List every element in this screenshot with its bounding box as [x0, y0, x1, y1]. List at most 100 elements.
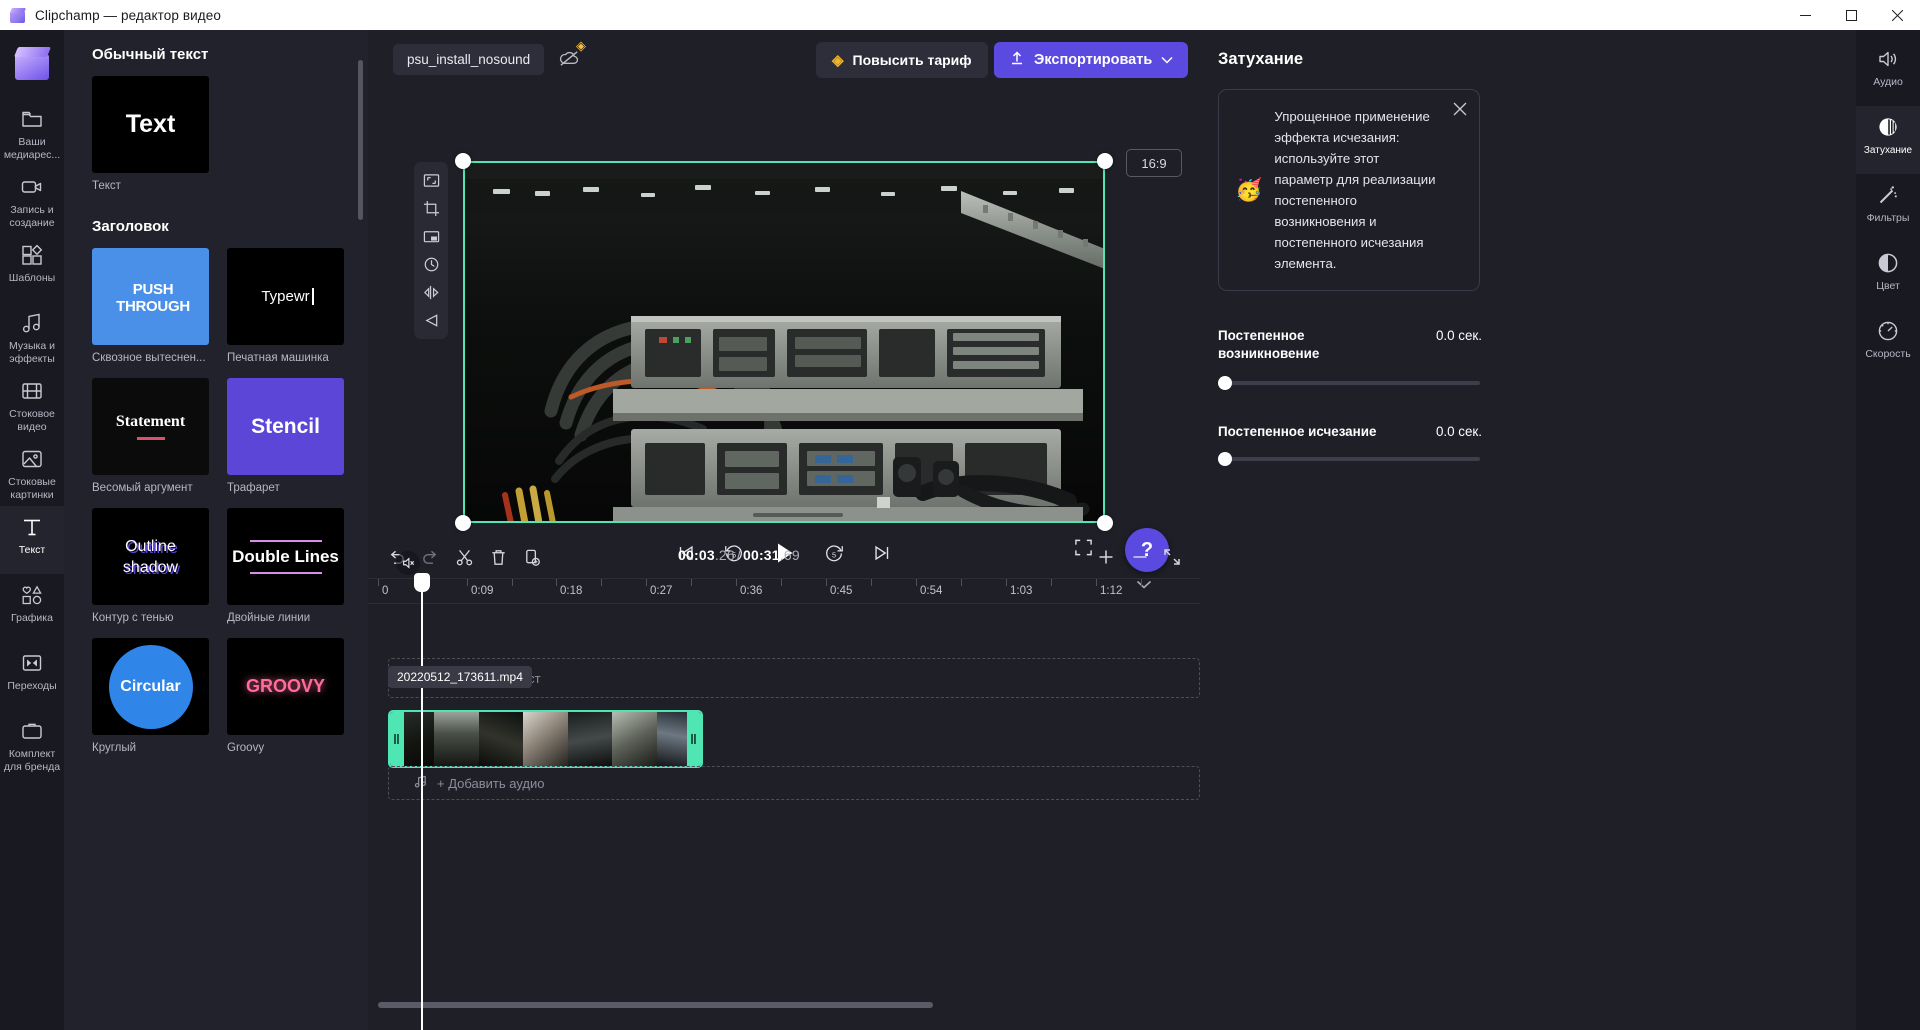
resize-handle-top-left[interactable] — [455, 153, 471, 169]
sidebar-label: Переходы — [7, 680, 57, 692]
chevron-down-icon — [1161, 52, 1173, 68]
fit-to-screen-icon[interactable] — [418, 169, 444, 192]
right-rail-label: Цвет — [1876, 280, 1900, 292]
picture-in-picture-icon[interactable] — [418, 225, 444, 248]
fit-timeline-button[interactable] — [1160, 545, 1184, 569]
sidebar-item-templates[interactable]: Шаблоны — [0, 234, 64, 302]
template-thumbnail[interactable]: GROOVY — [227, 638, 344, 735]
template-thumbnail[interactable]: Text — [92, 76, 209, 173]
template-name: Двойные линии — [227, 612, 311, 624]
clip-trim-handle-right[interactable]: ‖ — [687, 712, 701, 766]
timeline-playhead[interactable] — [414, 573, 430, 1030]
template-card[interactable]: Double Lines Двойные линии — [227, 508, 344, 624]
playhead-grip[interactable] — [414, 573, 430, 592]
crop-icon[interactable] — [418, 197, 444, 220]
project-name-input[interactable]: psu_install_nosound — [393, 44, 545, 75]
right-rail-item-color[interactable]: Цвет — [1856, 242, 1920, 310]
sidebar-item-brand-kit[interactable]: Комплект для бренда — [0, 710, 64, 778]
timeline-ruler[interactable]: 0 0:09 0:18 0:27 0:36 0:45 0:54 1:03 1:1… — [368, 578, 1200, 604]
timeline-video-clip[interactable]: ‖ ‖ — [388, 710, 703, 768]
text-icon — [20, 515, 44, 539]
upload-icon — [1009, 50, 1025, 70]
template-preview-text: Typewr — [257, 288, 314, 305]
minimize-button[interactable] — [1782, 0, 1828, 30]
right-rail-item-fade[interactable]: Затухание — [1856, 106, 1920, 174]
slider-knob[interactable] — [1218, 452, 1232, 466]
timeline-horizontal-scrollbar[interactable] — [378, 1002, 933, 1008]
template-card[interactable]: GROOVY Groovy — [227, 638, 344, 754]
right-rail-item-audio[interactable]: Аудио — [1856, 38, 1920, 106]
ruler-tick: 0 — [382, 585, 389, 597]
split-button[interactable] — [452, 545, 476, 569]
contrast-icon — [1876, 251, 1900, 275]
template-card[interactable]: Typewr Печатная машинка — [227, 248, 344, 364]
template-thumbnail[interactable]: Outline shadow — [92, 508, 209, 605]
close-button[interactable] — [1874, 0, 1920, 30]
fade-in-label: Постепенное возникновение — [1218, 328, 1320, 361]
right-rail-item-filters[interactable]: Фильтры — [1856, 174, 1920, 242]
sidebar-item-text[interactable]: Текст — [0, 506, 64, 574]
sidebar-item-stock-video[interactable]: Стоковое видео — [0, 370, 64, 438]
audio-track-placeholder[interactable]: + Добавить аудио — [388, 766, 1200, 800]
template-card[interactable]: PUSH THROUGH Сквозное вытеснен... — [92, 248, 209, 364]
image-icon — [20, 447, 44, 471]
zoom-in-button[interactable] — [1094, 545, 1118, 569]
sidebar-item-music-effects[interactable]: Музыка и эффекты — [0, 302, 64, 370]
template-thumbnail[interactable]: Circular — [92, 638, 209, 735]
muted-icon[interactable] — [396, 551, 420, 575]
right-rail-item-speed[interactable]: Скорость — [1856, 310, 1920, 378]
close-icon[interactable] — [1453, 102, 1467, 120]
sidebar-label: Стоковые картинки — [8, 476, 56, 501]
redo-button[interactable] — [418, 545, 442, 569]
video-preview-canvas[interactable] — [463, 161, 1105, 523]
template-thumbnail[interactable]: Stencil — [227, 378, 344, 475]
sidebar-item-stock-images[interactable]: Стоковые картинки — [0, 438, 64, 506]
fade-out-slider[interactable] — [1218, 451, 1480, 467]
template-thumbnail[interactable]: PUSH THROUGH — [92, 248, 209, 345]
right-rail-label: Затухание — [1863, 145, 1913, 156]
template-grid-heading: PUSH THROUGH Сквозное вытеснен... Typewr… — [92, 248, 352, 754]
mask-icon[interactable] — [418, 309, 444, 332]
sidebar-item-record-create[interactable]: Запись и создание — [0, 166, 64, 234]
right-properties-rail: Аудио Затухание Фильтры Цвет Скорость — [1856, 30, 1920, 1030]
templates-scrollbar[interactable] — [358, 60, 363, 220]
template-card[interactable]: Statement Весомый аргумент — [92, 378, 209, 494]
resize-handle-top-right[interactable] — [1097, 153, 1113, 169]
aspect-ratio-chip[interactable]: 16:9 — [1126, 149, 1182, 177]
sidebar-label: Ваши медиарес... — [3, 136, 61, 161]
window-title: Clipchamp — редактор видео — [35, 7, 221, 23]
sidebar-item-transitions[interactable]: Переходы — [0, 642, 64, 710]
total-time: 00:31 — [742, 547, 780, 563]
template-card[interactable]: Stencil Трафарет — [227, 378, 344, 494]
upgrade-plan-button[interactable]: ◈ Повысить тариф — [816, 42, 988, 78]
template-thumbnail[interactable]: Typewr — [227, 248, 344, 345]
template-card[interactable]: Outline shadow Контур с тенью — [92, 508, 209, 624]
upgrade-label: Повысить тариф — [852, 52, 972, 68]
template-name: Groovy — [227, 742, 265, 754]
clip-trim-handle-left[interactable]: ‖ — [390, 712, 404, 766]
template-grid-plain: Text Текст — [92, 76, 352, 192]
export-button[interactable]: Экспортировать — [994, 42, 1189, 78]
duplicate-button[interactable] — [520, 545, 544, 569]
sidebar-item-your-media[interactable]: Ваши медиарес... — [0, 98, 64, 166]
template-name: Трафарет — [227, 482, 280, 494]
sidebar-label: Шаблоны — [8, 272, 56, 284]
fade-in-slider[interactable] — [1218, 375, 1480, 391]
template-preview-text: Text — [125, 110, 176, 138]
speedometer-icon — [1876, 319, 1900, 343]
maximize-button[interactable] — [1828, 0, 1874, 30]
timeline-toolbar: 00:03.26/00:31.69 — [368, 534, 1200, 578]
zoom-out-button[interactable] — [1128, 545, 1152, 569]
rotate-icon[interactable] — [418, 253, 444, 276]
ruler-tick: 1:12 — [1100, 585, 1123, 597]
template-name: Круглый — [92, 742, 137, 754]
sidebar-item-graphics[interactable]: Графика — [0, 574, 64, 642]
template-card[interactable]: Circular Круглый — [92, 638, 209, 754]
flip-icon[interactable] — [418, 281, 444, 304]
template-thumbnail[interactable]: Double Lines — [227, 508, 344, 605]
slider-knob[interactable] — [1218, 376, 1232, 390]
delete-button[interactable] — [486, 545, 510, 569]
template-thumbnail[interactable]: Statement — [92, 378, 209, 475]
sidebar-label: Музыка и эффекты — [9, 340, 55, 365]
template-card[interactable]: Text Текст — [92, 76, 209, 192]
